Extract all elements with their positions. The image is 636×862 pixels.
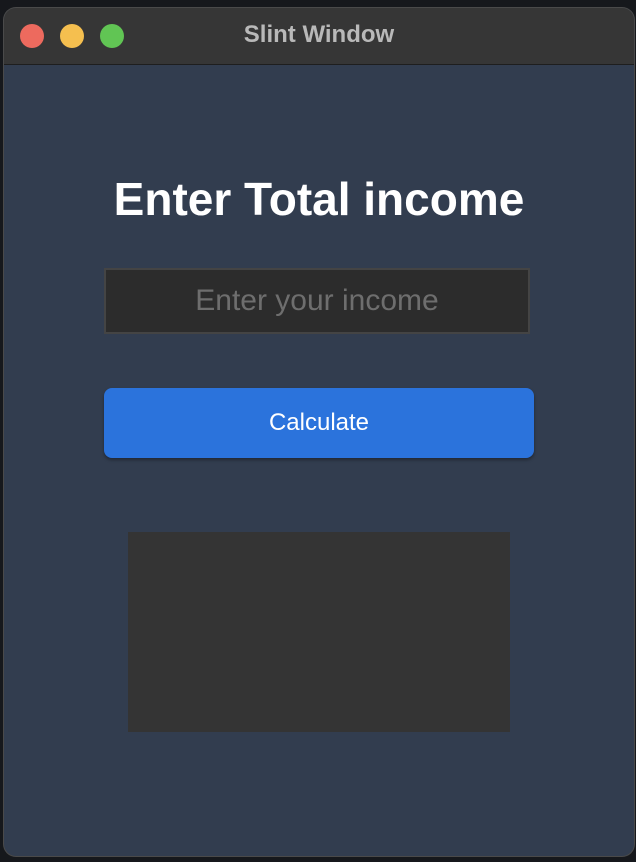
calculate-button[interactable]: Calculate <box>104 388 534 458</box>
income-input[interactable] <box>104 268 530 334</box>
page-title: Enter Total income <box>113 173 525 225</box>
title-bar[interactable]: Slint Window <box>4 8 634 65</box>
result-display <box>128 532 510 732</box>
app-window: Slint Window Enter Total income Calculat… <box>4 8 634 856</box>
window-title: Slint Window <box>243 21 395 48</box>
main-content: Enter Total income Calculate <box>4 65 634 856</box>
